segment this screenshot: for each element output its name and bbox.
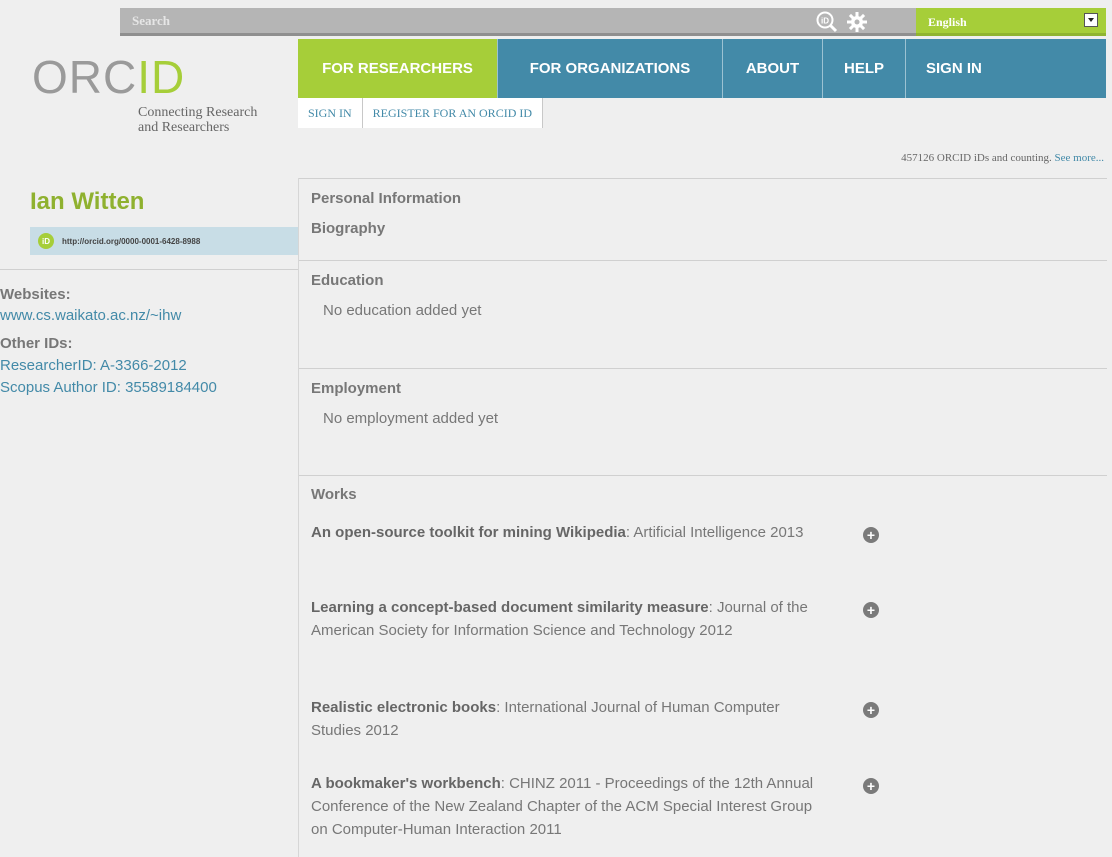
other-ids-label: Other IDs: xyxy=(0,335,73,352)
language-select[interactable]: English xyxy=(916,8,1106,36)
tagline: Connecting Research and Researchers xyxy=(138,105,257,135)
divider xyxy=(299,260,1107,261)
see-more-link[interactable]: See more... xyxy=(1055,152,1104,164)
main-nav: FOR RESEARCHERS FOR ORGANIZATIONS ABOUT … xyxy=(298,39,1106,98)
subnav-sign-in[interactable]: SIGN IN xyxy=(298,98,363,128)
svg-text:iD: iD xyxy=(821,17,829,26)
logo-id-text: ID xyxy=(137,51,186,103)
work-title[interactable]: Learning a concept-based document simila… xyxy=(311,599,709,616)
orcid-id-icon: iD xyxy=(38,233,54,249)
profile-main: Personal Information Biography Education… xyxy=(298,178,1107,857)
employment-heading[interactable]: Employment xyxy=(311,380,401,397)
divider xyxy=(299,368,1107,369)
plus-circle-icon[interactable]: + xyxy=(863,527,879,543)
profile-name: Ian Witten xyxy=(30,188,145,215)
education-heading[interactable]: Education xyxy=(311,272,384,289)
work-title[interactable]: A bookmaker's workbench xyxy=(311,775,501,792)
sub-nav: SIGN IN REGISTER FOR AN ORCID ID xyxy=(298,98,544,128)
orcid-logo[interactable]: ORCID xyxy=(32,50,185,104)
nav-for-researchers[interactable]: FOR RESEARCHERS xyxy=(298,39,498,98)
counter-text: 457126 ORCID iDs and counting. xyxy=(901,152,1052,164)
profile-sidebar: Ian Witten iD http://orcid.org/0000-0001… xyxy=(0,178,298,857)
orcid-url[interactable]: http://orcid.org/0000-0001-6428-8988 xyxy=(62,237,200,246)
personal-info-heading[interactable]: Personal Information xyxy=(311,190,461,207)
chevron-down-icon[interactable] xyxy=(1084,13,1098,27)
work-item: Learning a concept-based document simila… xyxy=(311,596,821,642)
search-input[interactable] xyxy=(120,8,810,33)
top-bar: iD xyxy=(0,8,1112,36)
orcid-search-icon[interactable]: iD xyxy=(816,11,838,38)
tagline-line2: and Researchers xyxy=(138,120,230,135)
work-title[interactable]: An open-source toolkit for mining Wikipe… xyxy=(311,524,626,541)
nav-for-organizations[interactable]: FOR ORGANIZATIONS xyxy=(498,39,723,98)
plus-circle-icon[interactable]: + xyxy=(863,702,879,718)
work-citation: : Artificial Intelligence 2013 xyxy=(625,524,804,541)
divider xyxy=(0,269,298,270)
website-link[interactable]: www.cs.waikato.ac.nz/~ihw xyxy=(0,307,181,324)
biography-heading[interactable]: Biography xyxy=(311,220,385,237)
orcid-id-box: iD http://orcid.org/0000-0001-6428-8988 xyxy=(30,227,298,255)
language-selected: English xyxy=(928,15,967,29)
plus-circle-icon[interactable]: + xyxy=(863,602,879,618)
logo-text: ORC xyxy=(32,51,138,103)
work-item: Realistic electronic books: Internationa… xyxy=(311,696,821,742)
divider xyxy=(299,475,1107,476)
works-heading[interactable]: Works xyxy=(311,486,357,503)
nav-about[interactable]: ABOUT xyxy=(723,39,823,98)
divider xyxy=(299,178,1107,179)
subnav-register[interactable]: REGISTER FOR AN ORCID ID xyxy=(363,98,544,128)
work-item: A bookmaker's workbench: CHINZ 2011 - Pr… xyxy=(311,772,821,841)
researcher-id-link[interactable]: ResearcherID: A-3366-2012 xyxy=(0,357,187,374)
websites-label: Websites: xyxy=(0,286,71,303)
gear-icon[interactable] xyxy=(846,11,868,38)
work-item: An open-source toolkit for mining Wikipe… xyxy=(311,521,821,544)
employment-empty: No employment added yet xyxy=(323,410,499,427)
scopus-id-link[interactable]: Scopus Author ID: 35589184400 xyxy=(0,379,217,396)
page: iD xyxy=(0,0,1112,857)
plus-circle-icon[interactable]: + xyxy=(863,778,879,794)
tagline-line1: Connecting Research xyxy=(138,105,258,120)
search-bar xyxy=(120,8,810,36)
work-title[interactable]: Realistic electronic books xyxy=(311,699,496,716)
nav-help[interactable]: HELP xyxy=(823,39,906,98)
nav-sign-in[interactable]: SIGN IN xyxy=(906,39,1002,98)
search-tools: iD xyxy=(810,8,916,36)
id-counter: 457126 ORCID iDs and counting. See more.… xyxy=(901,152,1104,164)
education-empty: No education added yet xyxy=(323,302,482,319)
